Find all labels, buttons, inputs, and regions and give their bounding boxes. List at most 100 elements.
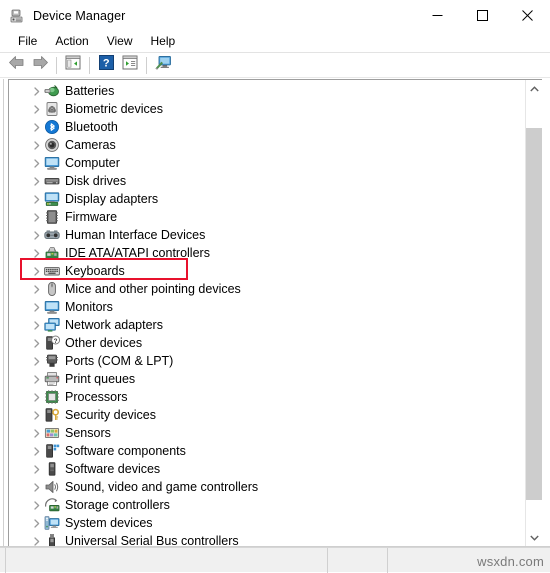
tree-item-label: Ports (COM & LPT) <box>65 354 174 368</box>
menu-item-help[interactable]: Help <box>142 32 185 51</box>
menu-item-action[interactable]: Action <box>46 32 97 51</box>
tree-item-ports-com-lpt[interactable]: Ports (COM & LPT) <box>9 352 521 370</box>
tree-item-label: Software devices <box>65 462 161 476</box>
tree-item-label: Network adapters <box>65 318 163 332</box>
properties-button[interactable] <box>118 54 142 76</box>
chevron-right-icon[interactable] <box>29 158 44 168</box>
tree-item-label: System devices <box>65 516 153 530</box>
tree-item-label: Software components <box>65 444 186 458</box>
chevron-right-icon[interactable] <box>29 140 44 150</box>
tree-item-cameras[interactable]: Cameras <box>9 136 521 154</box>
chevron-right-icon[interactable] <box>29 464 44 474</box>
tree-item-bluetooth[interactable]: Bluetooth <box>9 118 521 136</box>
tree-item-universal-serial-bus-controllers[interactable]: Universal Serial Bus controllers <box>9 532 521 546</box>
scroll-up-button[interactable] <box>526 80 542 97</box>
scrollbar-thumb[interactable] <box>526 128 542 500</box>
fingerprint-icon <box>44 101 60 117</box>
window-title: Device Manager <box>33 8 126 23</box>
chevron-right-icon[interactable] <box>29 230 44 240</box>
menu-item-view[interactable]: View <box>98 32 142 51</box>
tree-item-disk-drives[interactable]: Disk drives <box>9 172 521 190</box>
tree-item-processors[interactable]: Processors <box>9 388 521 406</box>
menu-item-file[interactable]: File <box>9 32 46 51</box>
chevron-right-icon[interactable] <box>29 338 44 348</box>
tree-item-label: Other devices <box>65 336 143 350</box>
computer-icon <box>44 155 60 171</box>
tree-item-biometric-devices[interactable]: Biometric devices <box>9 100 521 118</box>
tree-item-print-queues[interactable]: Print queues <box>9 370 521 388</box>
sensor-icon <box>44 425 60 441</box>
tree-item-keyboards[interactable]: Keyboards <box>9 262 521 280</box>
tree-item-display-adapters[interactable]: Display adapters <box>9 190 521 208</box>
help-button[interactable]: ? <box>94 54 118 76</box>
tree-item-label: Universal Serial Bus controllers <box>65 534 239 546</box>
chevron-right-icon[interactable] <box>29 536 44 546</box>
chevron-right-icon[interactable] <box>29 320 44 330</box>
chevron-right-icon[interactable] <box>29 356 44 366</box>
chevron-right-icon[interactable] <box>29 122 44 132</box>
monitor-icon <box>44 299 60 315</box>
vertical-scrollbar[interactable] <box>525 80 542 546</box>
tree-item-system-devices[interactable]: System devices <box>9 514 521 532</box>
tree-item-software-devices[interactable]: Software devices <box>9 460 521 478</box>
tree-item-mice-and-other-pointing-devices[interactable]: Mice and other pointing devices <box>9 280 521 298</box>
chevron-right-icon[interactable] <box>29 266 44 276</box>
close-button[interactable] <box>505 0 550 31</box>
tree-item-label: Sound, video and game controllers <box>65 480 259 494</box>
chevron-right-icon[interactable] <box>29 104 44 114</box>
tree-item-label: Security devices <box>65 408 157 422</box>
tree-item-computer[interactable]: Computer <box>9 154 521 172</box>
tree-item-network-adapters[interactable]: Network adapters <box>9 316 521 334</box>
menu-bar: File Action View Help <box>0 31 550 53</box>
tree-item-sensors[interactable]: Sensors <box>9 424 521 442</box>
minimize-button[interactable] <box>415 0 460 31</box>
show-hide-console-tree-button[interactable] <box>61 54 85 76</box>
tree-item-security-devices[interactable]: Security devices <box>9 406 521 424</box>
chevron-right-icon[interactable] <box>29 212 44 222</box>
chevron-right-icon[interactable] <box>29 446 44 456</box>
tree-item-label: Print queues <box>65 372 136 386</box>
toolbar-separator <box>146 56 147 74</box>
chevron-right-icon[interactable] <box>29 482 44 492</box>
help-question-icon: ? <box>98 55 114 75</box>
port-icon <box>44 353 60 369</box>
system-device-icon <box>44 515 60 531</box>
tree-item-label: Storage controllers <box>65 498 170 512</box>
chevron-right-icon[interactable] <box>29 428 44 438</box>
chevron-right-icon[interactable] <box>29 410 44 420</box>
tree-item-human-interface-devices[interactable]: Human Interface Devices <box>9 226 521 244</box>
chevron-right-icon[interactable] <box>29 176 44 186</box>
tree-item-ide-ata-atapi-controllers[interactable]: IDE ATA/ATAPI controllers <box>9 244 521 262</box>
software-device-icon <box>44 461 60 477</box>
tree-item-label: Sensors <box>65 426 111 440</box>
chevron-right-icon[interactable] <box>29 248 44 258</box>
device-manager-icon <box>9 8 25 24</box>
chevron-right-icon[interactable] <box>29 500 44 510</box>
tree-item-label: Bluetooth <box>65 120 118 134</box>
chevron-right-icon[interactable] <box>29 284 44 294</box>
tree-item-batteries[interactable]: Batteries <box>9 82 521 100</box>
back-button[interactable] <box>4 54 28 76</box>
chevron-right-icon[interactable] <box>29 392 44 402</box>
tree-item-other-devices[interactable]: ? Other devices <box>9 334 521 352</box>
tree-item-monitors[interactable]: Monitors <box>9 298 521 316</box>
chevron-right-icon[interactable] <box>29 302 44 312</box>
tree-item-firmware[interactable]: Firmware <box>9 208 521 226</box>
chevron-right-icon[interactable] <box>29 374 44 384</box>
tree-item-storage-controllers[interactable]: Storage controllers <box>9 496 521 514</box>
chevron-right-icon[interactable] <box>29 86 44 96</box>
maximize-button[interactable] <box>460 0 505 31</box>
left-arrow-icon <box>8 55 25 75</box>
storage-controller-icon <box>44 497 60 513</box>
chevron-right-icon[interactable] <box>29 194 44 204</box>
forward-button[interactable] <box>28 54 52 76</box>
chevron-right-icon[interactable] <box>29 518 44 528</box>
device-manager-window: Device Manager File Action View Help ? B… <box>0 0 550 573</box>
device-tree: Batteries Biometric devices Bluetooth Ca… <box>9 82 521 546</box>
keyboard-icon <box>44 263 60 279</box>
tree-item-sound-video-and-game-controllers[interactable]: Sound, video and game controllers <box>9 478 521 496</box>
tree-item-software-components[interactable]: Software components <box>9 442 521 460</box>
toolbar: ? <box>0 53 550 78</box>
scroll-down-button[interactable] <box>526 529 542 546</box>
scan-for-hardware-changes-button[interactable] <box>151 54 175 76</box>
